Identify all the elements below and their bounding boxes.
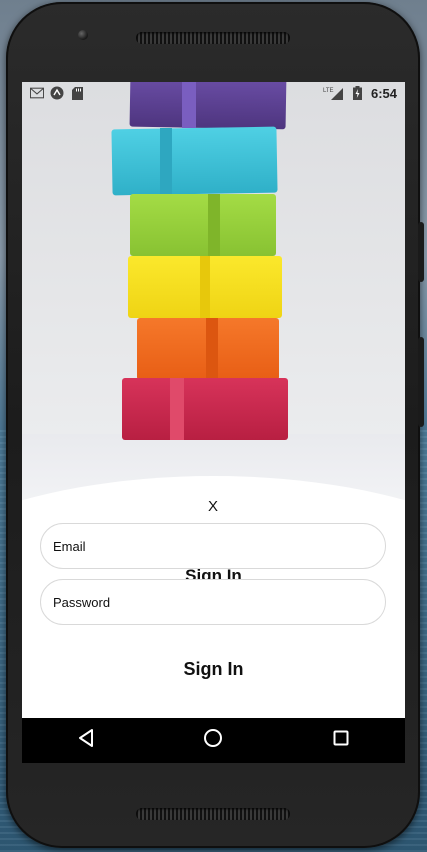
ribbon-green [208, 194, 220, 256]
front-camera [78, 30, 88, 40]
back-triangle-icon [78, 729, 94, 752]
ribbon-blue [160, 128, 172, 194]
password-input[interactable] [51, 593, 385, 611]
android-nav-bar [22, 718, 405, 763]
gift-box-blue [111, 126, 278, 196]
app-screen: LTE 6:54 X Sign In Sign In [22, 82, 405, 763]
close-label: X [207, 497, 218, 515]
hero-image-gift-boxes [22, 82, 405, 512]
lte-signal-icon: LTE [323, 87, 345, 100]
status-time: 6:54 [370, 85, 397, 101]
sd-card-icon [70, 86, 84, 100]
back-button[interactable] [66, 721, 106, 761]
power-button [418, 337, 424, 427]
home-circle-icon [203, 728, 223, 753]
email-field[interactable] [40, 523, 386, 569]
ribbon-orange [206, 318, 218, 380]
volume-button [418, 222, 424, 282]
close-button[interactable]: X [193, 486, 233, 526]
gmail-icon [30, 87, 44, 99]
gift-box-green [130, 194, 276, 256]
gift-box-red [122, 378, 288, 440]
password-field[interactable] [40, 579, 386, 625]
top-speaker [136, 32, 290, 44]
status-left-icons [30, 86, 84, 100]
sync-icon [50, 86, 64, 100]
sign-in-button[interactable]: Sign In [132, 652, 295, 686]
bottom-speaker [136, 808, 290, 820]
email-input[interactable] [51, 537, 385, 555]
recents-square-icon [333, 730, 349, 751]
status-bar: LTE 6:54 [22, 82, 405, 104]
battery-charging-icon [351, 86, 365, 100]
network-label: LTE [323, 88, 334, 94]
ribbon-red [170, 378, 184, 440]
ribbon-yellow [200, 256, 210, 318]
home-button[interactable] [193, 721, 233, 761]
recents-button[interactable] [321, 721, 361, 761]
status-right-icons: LTE 6:54 [323, 86, 397, 101]
